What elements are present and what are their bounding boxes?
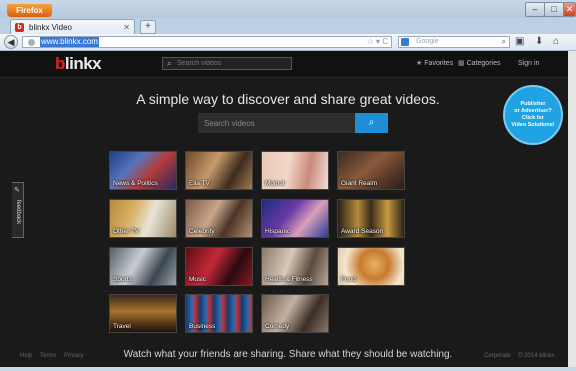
- promo-line: or Advertiser?: [514, 108, 552, 114]
- category-label: Food: [341, 276, 356, 283]
- search-engine-placeholder: Google: [416, 38, 439, 45]
- tab-close-icon[interactable]: ✕: [123, 20, 130, 35]
- main-search-input[interactable]: [198, 113, 355, 133]
- category-label: Sports: [113, 276, 132, 283]
- page-scrollbar[interactable]: [568, 51, 576, 367]
- url-bar[interactable]: www.blinkx.com ☆ ▾ C: [22, 36, 392, 48]
- promo-line: Video Solutions!: [511, 122, 555, 128]
- blinkx-page: blinkx ⌕ ★Favorites ▦Categories Sign in …: [0, 51, 576, 367]
- sign-in-link[interactable]: Sign in: [518, 59, 539, 69]
- blinkx-favicon-icon: b: [15, 23, 24, 32]
- promo-line: Click for: [521, 115, 544, 121]
- feedback-label: feedback: [15, 199, 21, 225]
- main-search: ⌕: [198, 113, 388, 133]
- close-window-button[interactable]: ✕: [563, 2, 576, 17]
- tab-blinkx-video[interactable]: b blinkx Video ✕: [10, 19, 135, 34]
- category-tile-travel[interactable]: Travel: [109, 294, 177, 333]
- browser-search-bar[interactable]: Google ⌕: [398, 36, 510, 48]
- publisher-promo-badge[interactable]: Publisher or Advertiser? Click for Video…: [503, 85, 563, 145]
- category-tile-sports[interactable]: Sports: [109, 247, 177, 286]
- category-label: Hispanic: [265, 228, 290, 235]
- category-label: Award Season: [341, 228, 384, 235]
- category-label: Comedy: [265, 323, 290, 330]
- category-label: Giant Realm: [341, 180, 378, 187]
- category-label: Music: [189, 276, 206, 283]
- category-tile-celebrity[interactable]: Celebrity: [185, 199, 253, 238]
- favorites-link[interactable]: ★ Favorites: [416, 59, 453, 69]
- category-label: Other TV: [113, 228, 140, 235]
- main-search-button[interactable]: ⌕: [355, 113, 388, 133]
- new-tab-button[interactable]: +: [140, 20, 156, 34]
- maximize-button[interactable]: □: [544, 2, 564, 17]
- category-tile-award-season[interactable]: Award Season: [337, 199, 405, 238]
- category-label: Celebrity: [189, 228, 215, 235]
- footer-copyright: © 2014 blinkx: [518, 353, 555, 359]
- minimize-button[interactable]: –: [525, 2, 545, 17]
- star-icon: ★: [416, 60, 423, 67]
- category-tile-mom-it[interactable]: Mom.it: [261, 151, 329, 190]
- browser-window: Firefox – □ ✕ b blinkx Video ✕ + ◀ www.b…: [0, 0, 576, 371]
- search-icon: ⌕: [167, 59, 172, 68]
- category-label: Business: [189, 323, 216, 330]
- status-bar: [0, 367, 576, 371]
- feedback-tab[interactable]: ✎ feedback: [12, 182, 24, 238]
- category-tile-giant-realm[interactable]: Giant Realm: [337, 151, 405, 190]
- category-tile-business[interactable]: Business: [185, 294, 253, 333]
- bookmark-star-icon[interactable]: ☆ ▾ C: [367, 37, 388, 47]
- category-tile-music[interactable]: Music: [185, 247, 253, 286]
- site-identity-icon[interactable]: [28, 39, 35, 46]
- site-footer: Help Terms Privacy Watch what your frien…: [0, 348, 576, 366]
- header-search: ⌕: [162, 57, 292, 70]
- category-tile-hispanic[interactable]: Hispanic: [261, 199, 329, 238]
- category-tile-ella-tv[interactable]: Ella TV: [185, 151, 253, 190]
- category-label: Mom.it: [265, 180, 285, 187]
- grid-icon: ▦: [458, 60, 465, 67]
- back-button[interactable]: ◀: [4, 35, 18, 49]
- url-text[interactable]: www.blinkx.com: [40, 37, 99, 47]
- google-icon[interactable]: [401, 38, 409, 46]
- footer-link-corporate[interactable]: Corporate: [484, 353, 511, 359]
- category-tile-news-politics[interactable]: News & Politics: [109, 151, 177, 190]
- download-icon[interactable]: ⬇: [535, 36, 543, 48]
- promo-line: Publisher: [520, 101, 546, 107]
- category-tile-health-fitness[interactable]: Health & Fitness: [261, 247, 329, 286]
- category-tile-comedy[interactable]: Comedy: [261, 294, 329, 333]
- categories-link[interactable]: ▦ Categories: [458, 59, 500, 69]
- category-label: Travel: [113, 323, 131, 330]
- category-label: Health & Fitness: [265, 276, 313, 283]
- search-icon: ⌕: [368, 117, 375, 128]
- firefox-menu-button[interactable]: Firefox: [7, 4, 52, 17]
- category-label: News & Politics: [113, 180, 158, 187]
- tab-title: blinkx Video: [29, 23, 72, 32]
- category-tile-other-tv[interactable]: Other TV: [109, 199, 177, 238]
- home-icon[interactable]: ⌂: [553, 36, 559, 48]
- navigation-toolbar: ◀ www.blinkx.com ☆ ▾ C Google ⌕ ▣ ⬇ ⌂: [0, 34, 576, 51]
- hero-tagline: A simple way to discover and share great…: [136, 91, 440, 107]
- header-search-input[interactable]: [177, 58, 287, 69]
- title-bar: Firefox – □ ✕: [0, 0, 576, 18]
- bookmarks-icon[interactable]: ▣: [515, 36, 524, 48]
- category-label: Ella TV: [189, 180, 210, 187]
- search-icon[interactable]: ⌕: [502, 37, 506, 47]
- blinkx-logo[interactable]: blinkx: [55, 54, 102, 74]
- site-header: blinkx ⌕ ★Favorites ▦Categories Sign in: [0, 51, 576, 78]
- category-tile-food[interactable]: Food: [337, 247, 405, 286]
